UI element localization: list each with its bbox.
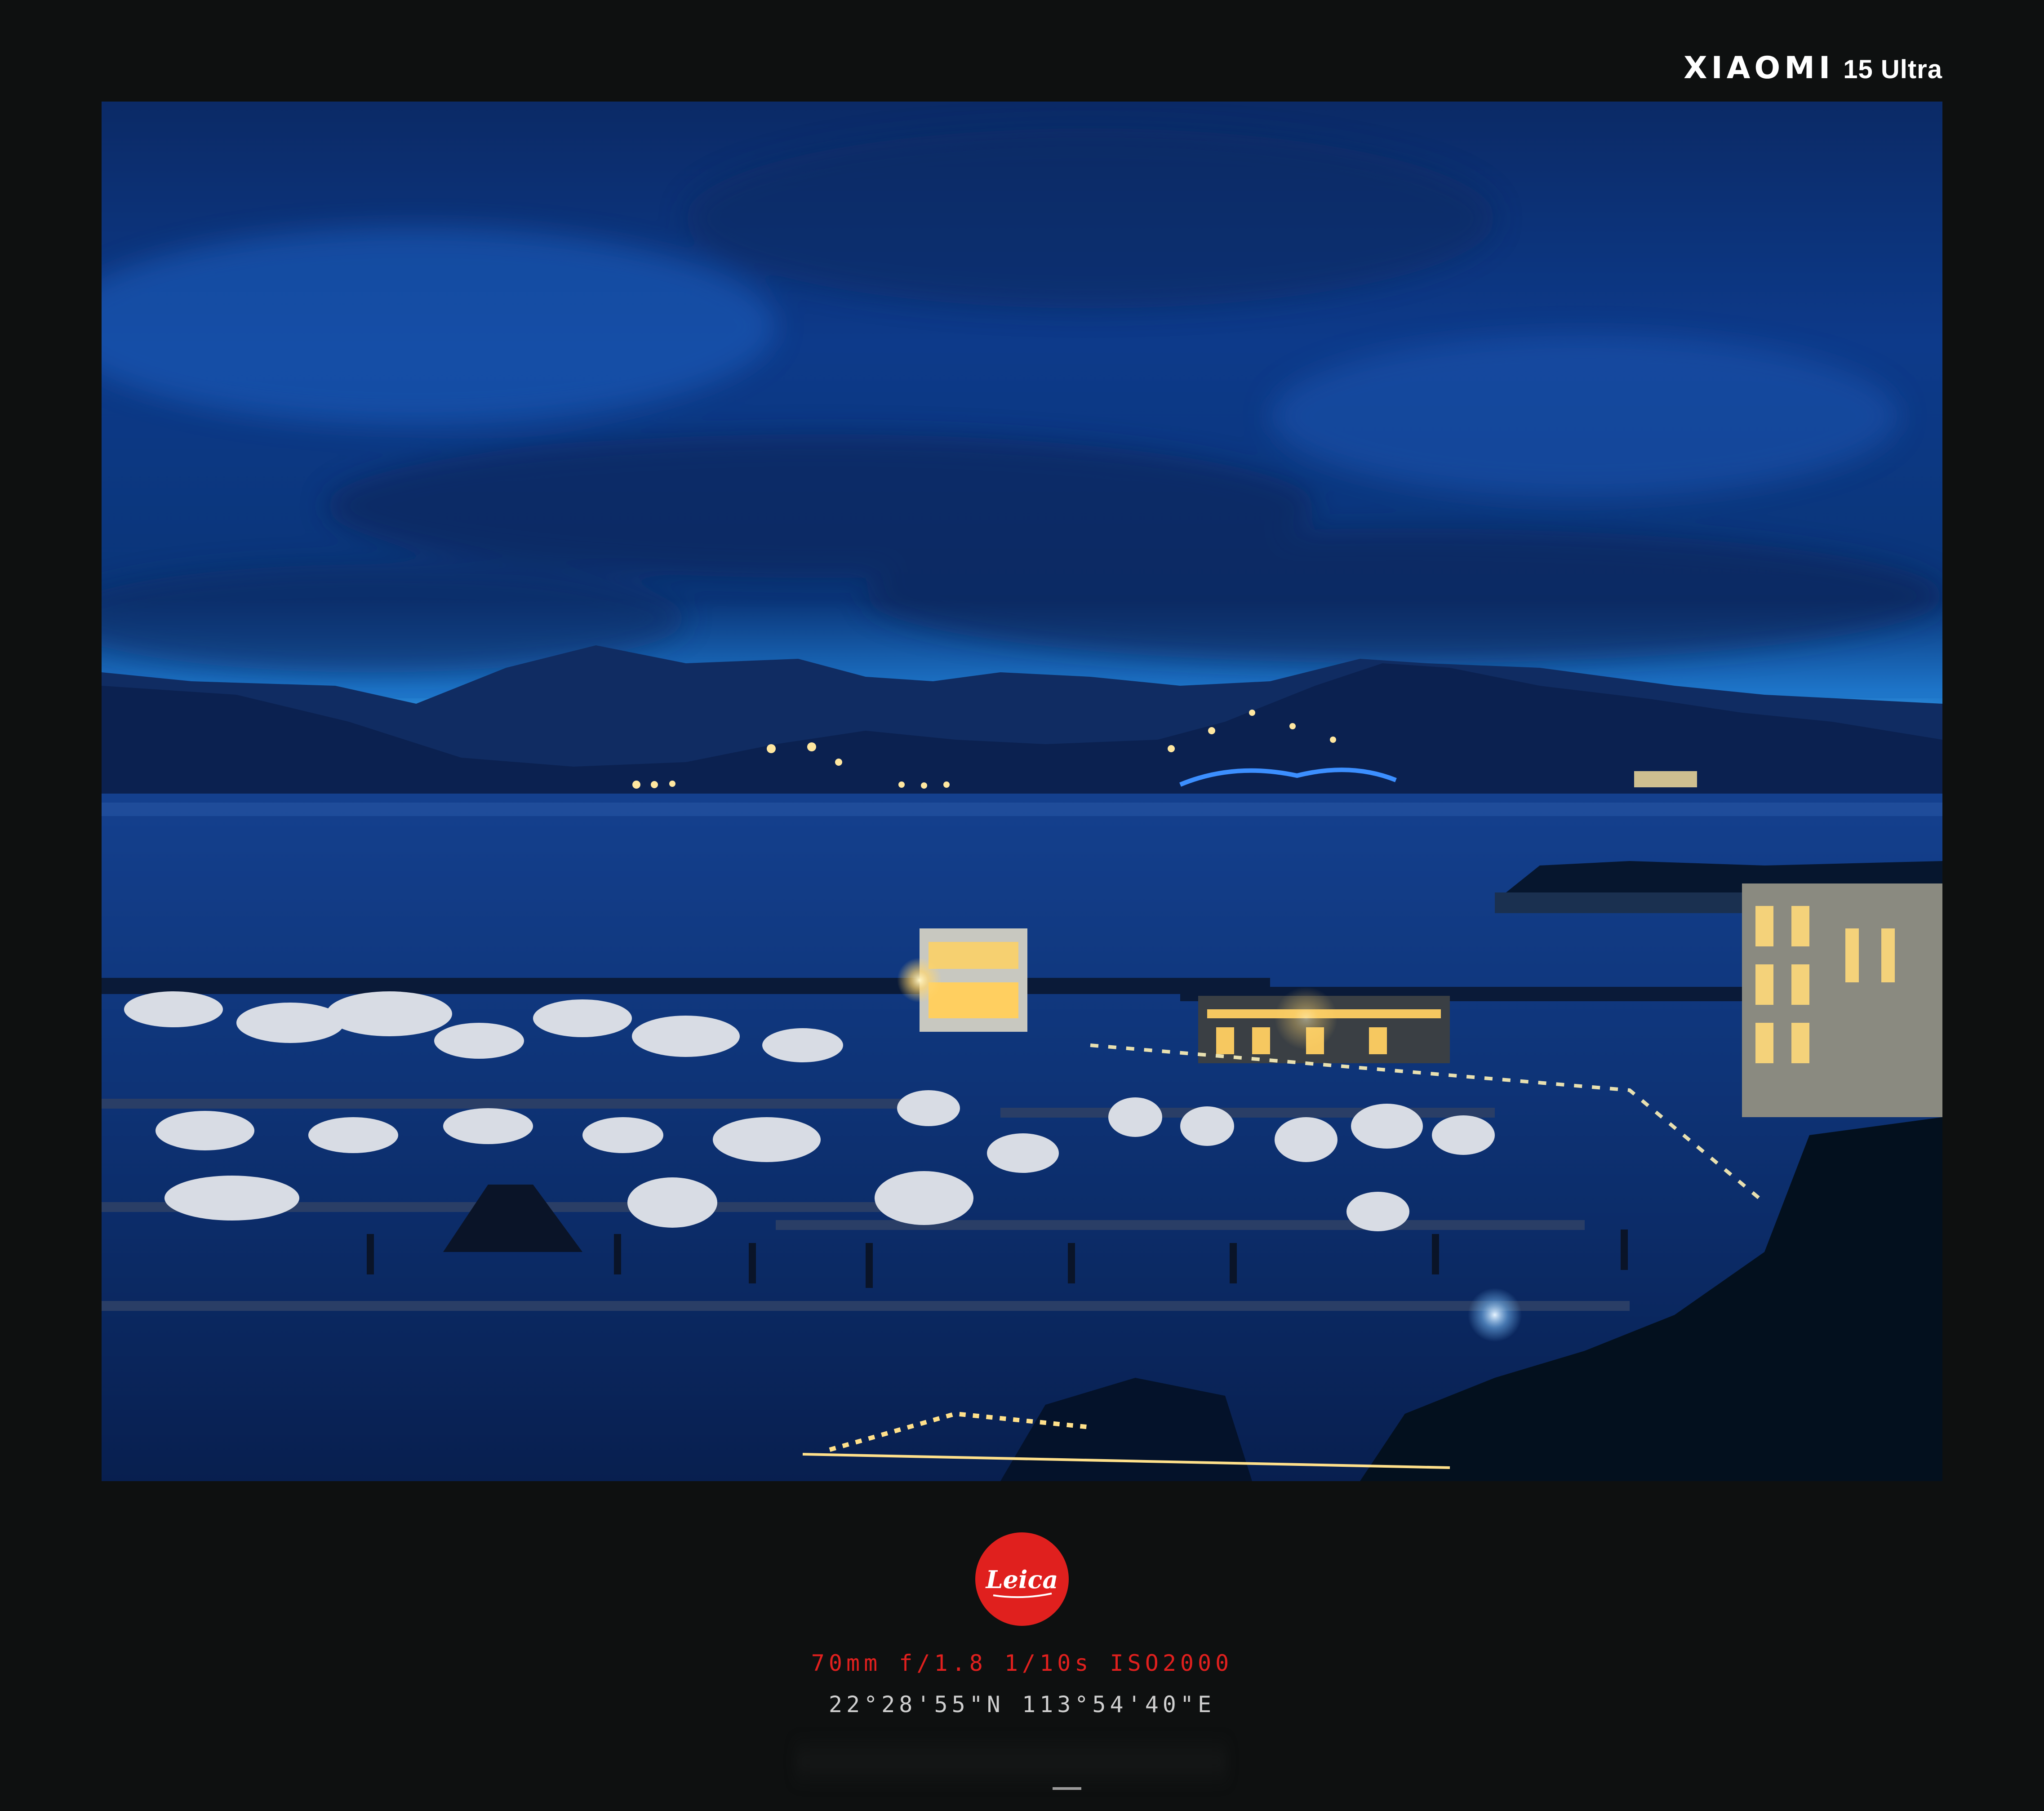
- shadow-overlay: [795, 1735, 1227, 1789]
- svg-text:Leica: Leica: [985, 1565, 1058, 1594]
- brand-name: XIAOMI: [1684, 50, 1835, 86]
- brand-watermark: XIAOMI 15 Ultra: [1684, 50, 1942, 86]
- exif-settings: 70mm f/1.8 1/10s ISO2000: [811, 1650, 1233, 1676]
- home-indicator[interactable]: [1053, 1787, 1081, 1790]
- harbor-photo: [102, 102, 1942, 1481]
- leica-logo: Leica: [975, 1532, 1069, 1626]
- exif-coordinates: 22°28'55"N 113°54'40"E: [828, 1691, 1216, 1718]
- brand-model: 15 Ultra: [1843, 55, 1942, 84]
